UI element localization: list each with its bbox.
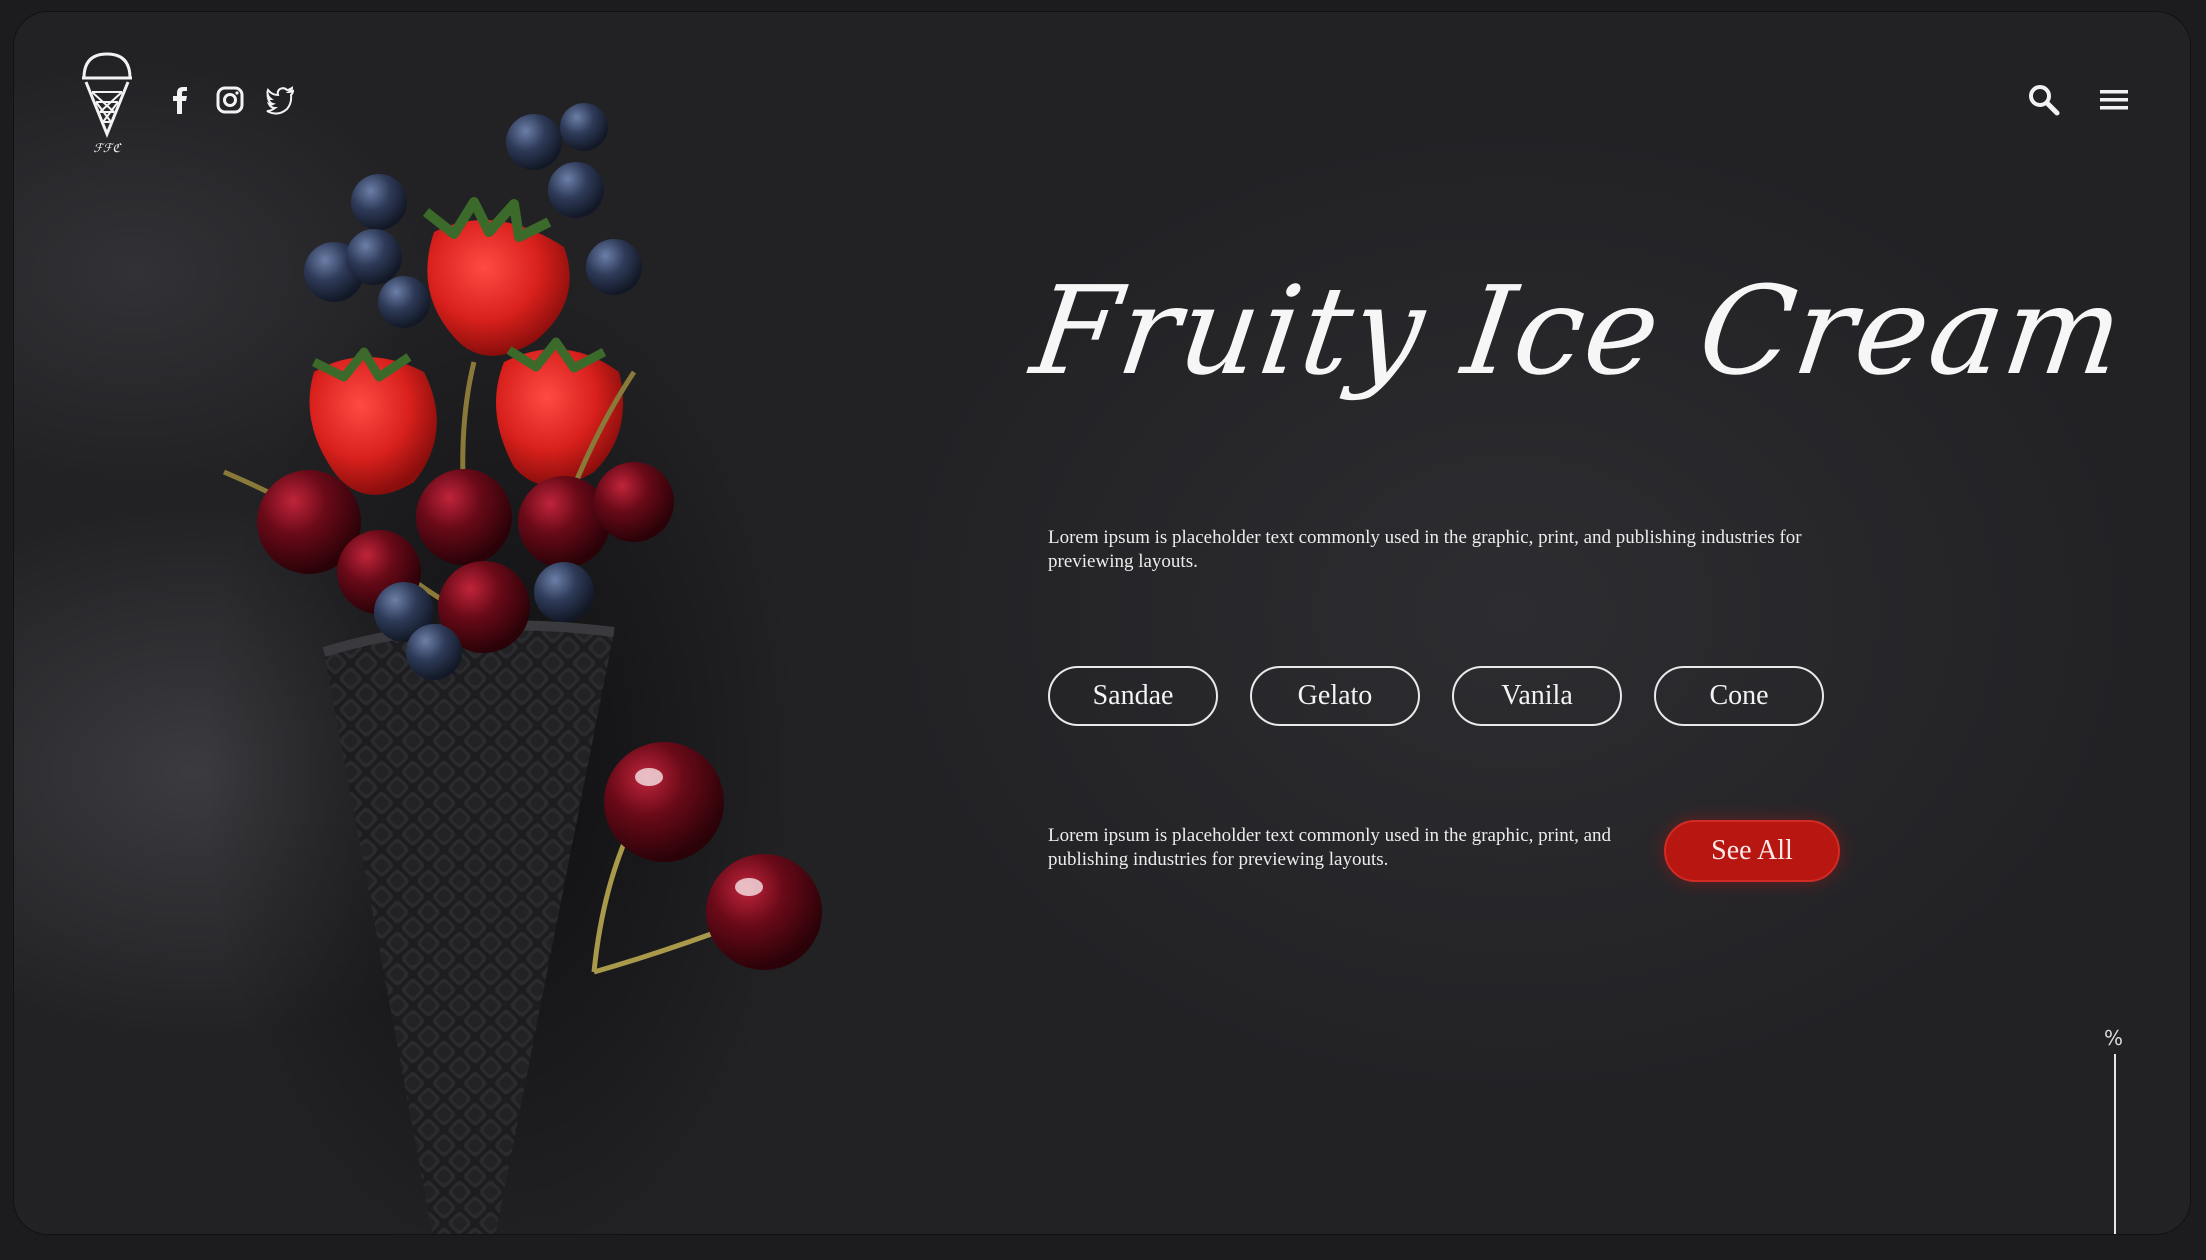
header-actions <box>2026 82 2132 118</box>
chip-cone[interactable]: Cone <box>1654 666 1824 726</box>
scroll-percent-label: % <box>2104 1026 2124 1050</box>
search-icon[interactable] <box>2026 82 2062 118</box>
menu-icon[interactable] <box>2096 82 2132 118</box>
svg-text:ℱℱℭ: ℱℱℭ <box>93 141 122 155</box>
secondary-description: Lorem ipsum is placeholder text commonly… <box>1048 825 1612 870</box>
chip-sandae[interactable]: Sandae <box>1048 666 1218 726</box>
ice-cream-logo[interactable]: ℱℱℭ <box>72 48 142 160</box>
ice-cream-cone-image <box>204 103 822 1234</box>
chip-gelato[interactable]: Gelato <box>1250 666 1420 726</box>
scroll-indicator-line[interactable] <box>2114 1054 2116 1234</box>
landing-page: ℱℱℭ Fruity Ice Cream Lorem ipsum is plac… <box>14 12 2190 1234</box>
category-chips: Sandae Gelato Vanila Cone <box>1048 666 1824 726</box>
see-all-button[interactable]: See All <box>1664 820 1840 882</box>
page-title: Fruity Ice Cream <box>1024 260 2134 402</box>
chip-vanila[interactable]: Vanila <box>1452 666 1622 726</box>
hero-description: Lorem ipsum is placeholder text commonly… <box>1048 527 1802 572</box>
